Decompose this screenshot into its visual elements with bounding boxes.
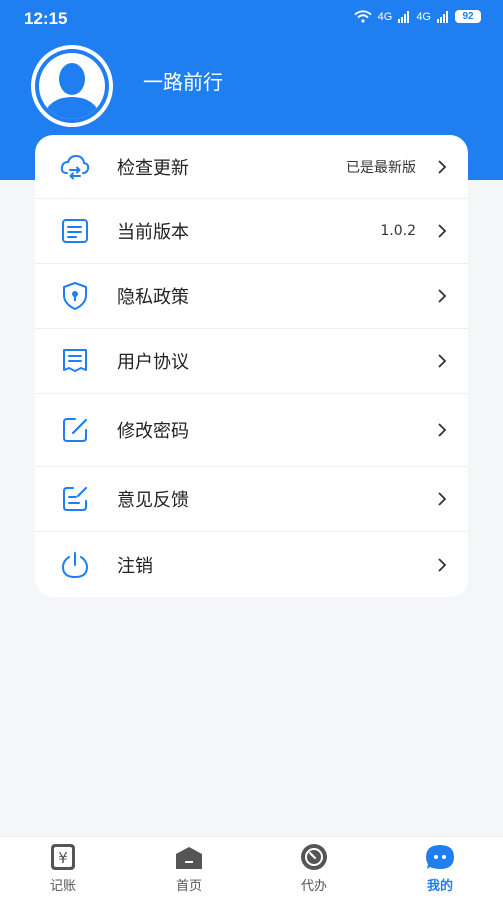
chevron-right-icon [438, 423, 447, 437]
chevron-right-icon [438, 354, 447, 368]
chevron-right-icon [438, 492, 447, 506]
signal-icon [398, 10, 410, 23]
tab-profile[interactable]: 我的 [390, 837, 490, 898]
edit-icon [63, 418, 88, 442]
document-icon [62, 219, 88, 243]
todo-icon [301, 844, 327, 870]
feedback-icon [63, 486, 88, 511]
chevron-right-icon [438, 289, 447, 303]
menu-item-label: 隐私政策 [117, 287, 189, 308]
menu-item-logout[interactable]: 注销 [35, 532, 468, 597]
svg-text:¥: ¥ [58, 849, 68, 867]
menu-item-label: 修改密码 [117, 421, 189, 442]
menu-item-label: 注销 [117, 555, 153, 577]
avatar[interactable] [31, 45, 113, 127]
battery-icon: 92 [455, 10, 481, 23]
cloud-sync-icon [60, 154, 90, 179]
wifi-icon [354, 10, 372, 23]
menu-item-feedback[interactable]: 意见反馈 [35, 467, 468, 532]
user-silhouette-icon [35, 49, 109, 123]
menu-item-change-password[interactable]: 修改密码 [35, 394, 468, 467]
menu-item-label: 当前版本 [117, 222, 189, 243]
chevron-right-icon [438, 159, 447, 174]
chevron-right-icon [438, 557, 447, 572]
profile-icon [426, 845, 454, 869]
signal-label-2: 4G [416, 10, 431, 23]
tab-label: 代办 [300, 879, 327, 894]
ledger-icon: ¥ [51, 844, 75, 870]
home-icon [176, 847, 202, 869]
tab-home[interactable]: 首页 [139, 837, 239, 898]
tab-todo[interactable]: 代办 [264, 837, 364, 898]
tab-label: 首页 [175, 879, 202, 894]
tab-label: 我的 [426, 879, 453, 894]
menu-item-label: 用户协议 [117, 352, 189, 373]
menu-item-user-agreement[interactable]: 用户协议 [35, 329, 468, 394]
system-indicators: 4G 4G 92 [354, 10, 481, 23]
settings-menu: 检查更新 已是最新版 当前版本 1.0.2 隐私政策 用户协议 修改密码 意见反… [35, 135, 468, 597]
menu-item-label: 检查更新 [117, 157, 189, 179]
menu-item-check-update[interactable]: 检查更新 已是最新版 [35, 135, 468, 199]
bottom-tab-bar: ¥ 记账 首页 代办 我的 [0, 836, 503, 898]
status-time: 12:15 [24, 9, 68, 28]
username: 一路前行 [143, 70, 223, 94]
version-number: 1.0.2 [380, 223, 416, 239]
menu-item-current-version[interactable]: 当前版本 1.0.2 [35, 199, 468, 264]
update-status: 已是最新版 [346, 159, 416, 176]
shield-lock-icon [63, 282, 87, 310]
tab-label: 记账 [49, 879, 76, 894]
power-icon [61, 551, 89, 578]
menu-item-label: 意见反馈 [117, 490, 189, 511]
signal-icon [437, 10, 448, 23]
tab-ledger[interactable]: ¥ 记账 [13, 837, 113, 898]
signal-label-1: 4G [377, 10, 393, 23]
agreement-icon [63, 349, 87, 372]
status-bar: 12:15 4G 4G 92 [0, 0, 503, 40]
chevron-right-icon [438, 224, 447, 238]
menu-item-privacy-policy[interactable]: 隐私政策 [35, 264, 468, 329]
